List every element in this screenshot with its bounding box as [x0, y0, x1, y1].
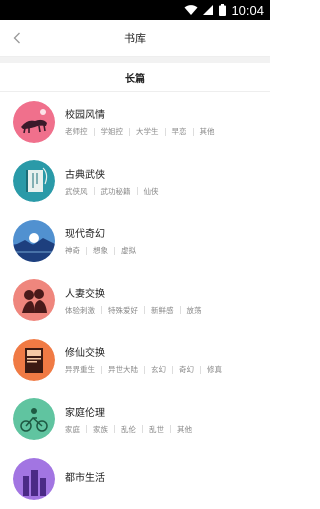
status-bar: 10:04 [0, 0, 270, 20]
category-item-family[interactable]: 家庭伦理 家庭 家族 乱伦 乱世 其他 [0, 390, 270, 450]
category-list: 校园风情 老师控 学姐控 大学生 早恋 其他 古典武侠 武侠风 武功秘籍 仙侠 … [0, 92, 270, 509]
page-title: 书库 [124, 32, 146, 45]
tag[interactable]: 异界重生 [65, 364, 95, 375]
back-button[interactable] [10, 29, 24, 47]
category-name: 现代奇幻 [65, 229, 105, 241]
tag[interactable]: 仙侠 [144, 186, 159, 197]
city-icon [13, 457, 55, 500]
tag[interactable]: 家族 [93, 424, 108, 435]
wifi-icon [184, 1, 198, 20]
category-item-campus[interactable]: 校园风情 老师控 学姐控 大学生 早恋 其他 [0, 92, 270, 152]
battery-icon [219, 1, 227, 20]
tag[interactable]: 玄幻 [151, 364, 166, 375]
category-name: 都市生活 [65, 472, 105, 484]
section-title: 长篇 [0, 63, 270, 92]
tag[interactable]: 其他 [177, 424, 192, 435]
tag-list: 家庭 家族 乱伦 乱世 其他 [65, 424, 192, 435]
tag-list: 异界重生 异世大陆 玄幻 奇幻 修真 [65, 364, 222, 375]
tag[interactable]: 体验刺激 [65, 305, 95, 316]
category-name: 校园风情 [65, 110, 105, 122]
tag-list: 体验刺激 特殊爱好 新鲜感 放荡 [65, 305, 202, 316]
campus-tiger-icon [13, 100, 55, 143]
tag[interactable]: 乱伦 [121, 424, 136, 435]
tag[interactable]: 家庭 [65, 424, 80, 435]
tag[interactable]: 武侠风 [65, 186, 88, 197]
tag[interactable]: 神奇 [65, 245, 80, 256]
nav-bar: 书库 [0, 20, 270, 57]
tag[interactable]: 其他 [200, 126, 215, 137]
category-item-fantasy[interactable]: 现代奇幻 神奇 想象 虚拟 [0, 211, 270, 271]
tag[interactable]: 放荡 [187, 305, 202, 316]
landscape-icon [13, 219, 55, 262]
category-name: 修仙交换 [65, 348, 105, 360]
category-item-urban[interactable]: 都市生活 [0, 449, 270, 509]
bestseller-book-icon [13, 338, 55, 381]
clock: 10:04 [231, 2, 264, 18]
tag[interactable]: 早恋 [172, 126, 187, 137]
book-icon [13, 160, 55, 203]
tag[interactable]: 奇幻 [179, 364, 194, 375]
tag[interactable]: 乱世 [149, 424, 164, 435]
tag[interactable]: 大学生 [136, 126, 159, 137]
tag[interactable]: 想象 [93, 245, 108, 256]
category-name: 古典武侠 [65, 169, 105, 181]
tag[interactable]: 新鲜感 [151, 305, 174, 316]
category-item-wuxia[interactable]: 古典武侠 武侠风 武功秘籍 仙侠 [0, 152, 270, 212]
signal-icon [203, 1, 214, 20]
chevron-left-icon [13, 32, 20, 44]
tag-list: 武侠风 武功秘籍 仙侠 [65, 186, 159, 197]
tag[interactable]: 武功秘籍 [101, 186, 131, 197]
tag[interactable]: 特殊爱好 [108, 305, 138, 316]
tag[interactable]: 老师控 [65, 126, 88, 137]
tag-list: 老师控 学姐控 大学生 早恋 其他 [65, 126, 215, 137]
category-name: 家庭伦理 [65, 407, 105, 419]
tag[interactable]: 虚拟 [121, 245, 136, 256]
category-item-swap[interactable]: 人妻交换 体验刺激 特殊爱好 新鲜感 放荡 [0, 271, 270, 331]
tag-list: 神奇 想象 虚拟 [65, 245, 136, 256]
couple-icon [13, 279, 55, 322]
tag[interactable]: 学姐控 [101, 126, 124, 137]
category-item-cultivation[interactable]: 修仙交换 异界重生 异世大陆 玄幻 奇幻 修真 [0, 330, 270, 390]
category-name: 人妻交换 [65, 288, 105, 300]
tag[interactable]: 异世大陆 [108, 364, 138, 375]
tag[interactable]: 修真 [207, 364, 222, 375]
bicycle-icon [13, 398, 55, 441]
